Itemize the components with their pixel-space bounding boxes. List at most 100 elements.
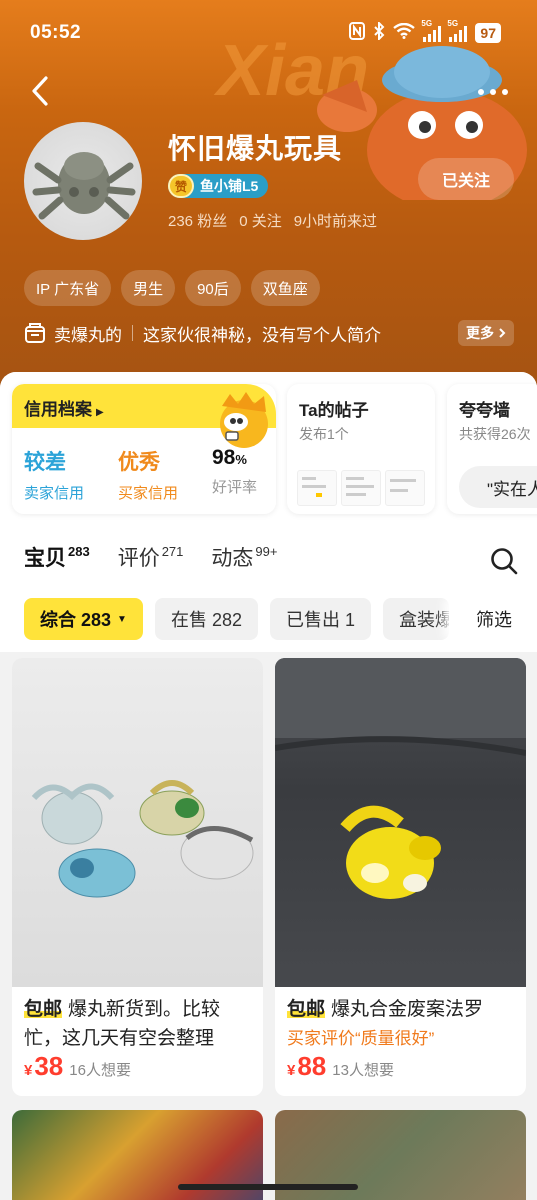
tab-reviews-count: 271 bbox=[161, 544, 184, 559]
sort-dropdown[interactable]: 综合 283 ▼ bbox=[24, 598, 143, 640]
signal-icon-sim2: 5G bbox=[447, 19, 468, 42]
status-bar: 05:52 5G 5G 97 bbox=[0, 0, 537, 70]
tab-items-label: 宝贝 bbox=[24, 547, 66, 570]
credit-title-text: 信用档案 bbox=[24, 400, 92, 419]
rate-unit: % bbox=[235, 452, 247, 467]
buyer-credit: 优秀 买家信用 bbox=[118, 446, 178, 503]
credit-profile-card[interactable]: 信用档案 ▶ 较差 卖家信用 优秀 买家信用 98% 好评率 bbox=[12, 384, 276, 514]
buyer-credit-label: 买家信用 bbox=[118, 485, 179, 502]
free-shipping-badge: 包邮 bbox=[24, 999, 63, 1020]
tab-activity-label: 动态 bbox=[211, 547, 254, 570]
search-button[interactable] bbox=[489, 546, 519, 576]
product-price: 88 bbox=[297, 1051, 327, 1081]
wifi-icon bbox=[393, 22, 416, 43]
praise-card-subtitle: 共获得26次 bbox=[459, 426, 531, 442]
product-card[interactable]: 包邮 爆丸新货到。比较忙，这几天有空会整理 ¥ 38 16人想要 bbox=[12, 658, 263, 1096]
post-thumbnail bbox=[341, 470, 381, 506]
posts-card-title: Ta的帖子 bbox=[299, 401, 369, 420]
status-icons: 5G 5G 97 bbox=[349, 19, 501, 44]
product-title: 包邮 爆丸新货到。比较忙，这几天有空会整理 bbox=[12, 987, 263, 1051]
buyer-credit-value: 优秀 bbox=[118, 451, 160, 474]
level-badge-label: 鱼小铺L5 bbox=[200, 178, 259, 194]
tag-age: 90后 bbox=[185, 270, 241, 306]
tab-activity[interactable]: 动态 99+ bbox=[211, 542, 277, 574]
profile-header: Xian 05:52 5G 5G 97 怀旧爆丸玩具 赞 鱼小铺L5 已关注 2… bbox=[0, 0, 537, 400]
praise-wall-card[interactable]: 夸夸墙 共获得26次 "实在人 bbox=[447, 384, 537, 514]
bio-more-button[interactable]: 更多 bbox=[458, 320, 514, 346]
following-count[interactable]: 0 关注 bbox=[239, 210, 282, 231]
post-thumbnail bbox=[385, 470, 425, 506]
tag-location: IP 广东省 bbox=[24, 270, 112, 306]
buyer-review-snippet: 买家评价“质量很好” bbox=[287, 1029, 435, 1048]
filter-button[interactable]: 筛选 bbox=[454, 598, 524, 640]
currency-symbol: ¥ bbox=[287, 1062, 296, 1079]
praise-card-title: 夸夸墙 bbox=[459, 401, 510, 420]
content-sheet: 信用档案 ▶ 较差 卖家信用 优秀 买家信用 98% 好评率 Ta的帖子 发布1… bbox=[0, 372, 537, 1200]
product-price-row: ¥ 88 13人想要 bbox=[275, 1051, 526, 1087]
filter-on-sale[interactable]: 在售 282 bbox=[154, 598, 258, 640]
bio-row: 卖爆丸的 这家伙很神秘，没有写个人简介 更多 bbox=[24, 318, 514, 348]
last-seen: 9小时前来过 bbox=[293, 213, 378, 230]
posts-card[interactable]: Ta的帖子 发布1个 bbox=[287, 384, 435, 514]
spider-toy-avatar-image bbox=[32, 152, 136, 220]
tab-items-count: 283 bbox=[68, 544, 90, 559]
free-shipping-badge: 包邮 bbox=[287, 999, 326, 1020]
product-image bbox=[12, 658, 263, 987]
tag-zodiac: 双鱼座 bbox=[250, 270, 320, 306]
shop-icon bbox=[25, 323, 45, 343]
chevron-right-icon bbox=[499, 328, 506, 338]
tab-reviews-label: 评价 bbox=[117, 547, 160, 570]
currency-symbol: ¥ bbox=[24, 1062, 33, 1079]
product-price: 38 bbox=[34, 1051, 64, 1081]
sort-label: 综合 283 bbox=[40, 610, 112, 630]
status-time: 05:52 bbox=[30, 22, 82, 43]
nfc-icon bbox=[349, 22, 366, 44]
bluetooth-icon bbox=[373, 20, 385, 44]
tag-gender: 男生 bbox=[121, 270, 176, 306]
seller-credit: 较差 卖家信用 bbox=[24, 446, 84, 503]
search-icon bbox=[491, 548, 518, 575]
seller-credit-label: 卖家信用 bbox=[24, 485, 85, 502]
product-image bbox=[275, 658, 526, 987]
back-button[interactable] bbox=[26, 74, 56, 108]
credit-card-title: 信用档案 ▶ bbox=[24, 395, 104, 420]
profile-stats: 236 粉丝 0 关注 9小时前来过 bbox=[168, 210, 377, 231]
positive-rate: 98% 好评率 bbox=[212, 446, 257, 497]
fans-count[interactable]: 236 粉丝 bbox=[168, 210, 227, 231]
more-options-button[interactable] bbox=[475, 82, 511, 102]
filter-boxed[interactable]: 盒装爆丸 bbox=[383, 598, 450, 640]
product-title-text: 爆丸合金废案法罗 bbox=[331, 999, 484, 1020]
seller-credit-value: 较差 bbox=[24, 451, 66, 474]
shop-level-badge[interactable]: 赞 鱼小铺L5 bbox=[168, 174, 269, 198]
tab-items[interactable]: 宝贝 283 bbox=[24, 542, 90, 574]
post-thumbnail bbox=[297, 470, 337, 506]
level-coin-icon: 赞 bbox=[168, 174, 194, 198]
avatar[interactable] bbox=[24, 122, 142, 240]
bio-more-label: 更多 bbox=[466, 325, 494, 341]
bio-text: 这家伙很神秘，没有写个人简介 bbox=[143, 325, 381, 345]
signal-icon-sim1: 5G bbox=[421, 19, 442, 42]
caret-down-icon: ▼ bbox=[117, 613, 127, 625]
product-photo-yellow-toy bbox=[275, 658, 526, 899]
filter-bar: 综合 283 ▼ 在售 282 已售出 1 盒装爆丸 筛选 bbox=[24, 598, 524, 640]
product-price-row: ¥ 38 16人想要 bbox=[12, 1051, 263, 1087]
content-tabs: 宝贝 283 评价 271 动态 99+ bbox=[24, 542, 277, 574]
want-count: 13人想要 bbox=[332, 1062, 394, 1079]
bio-divider bbox=[132, 325, 133, 341]
profile-tags: IP 广东省 男生 90后 双鱼座 bbox=[24, 270, 320, 306]
filter-sold[interactable]: 已售出 1 bbox=[270, 598, 372, 640]
tab-reviews[interactable]: 评价 271 bbox=[118, 542, 184, 574]
battery-indicator: 97 bbox=[475, 23, 501, 43]
product-title: 包邮 爆丸合金废案法罗 买家评价“质量很好” bbox=[275, 987, 526, 1051]
shop-name: 怀旧爆丸玩具 bbox=[168, 133, 343, 164]
follow-button[interactable]: 已关注 bbox=[418, 158, 514, 200]
home-indicator[interactable] bbox=[178, 1184, 358, 1190]
post-thumbnails bbox=[297, 470, 425, 506]
tab-activity-count: 99+ bbox=[255, 544, 278, 559]
product-card[interactable]: 包邮 爆丸合金废案法罗 买家评价“质量很好” ¥ 88 13人想要 bbox=[275, 658, 526, 1096]
want-count: 16人想要 bbox=[69, 1062, 131, 1079]
praise-quote-bubble: "实在人 bbox=[459, 466, 537, 508]
product-photo-toys bbox=[31, 780, 254, 898]
shop-tagline: 卖爆丸的 bbox=[54, 325, 122, 345]
mascot-icon bbox=[220, 392, 268, 448]
